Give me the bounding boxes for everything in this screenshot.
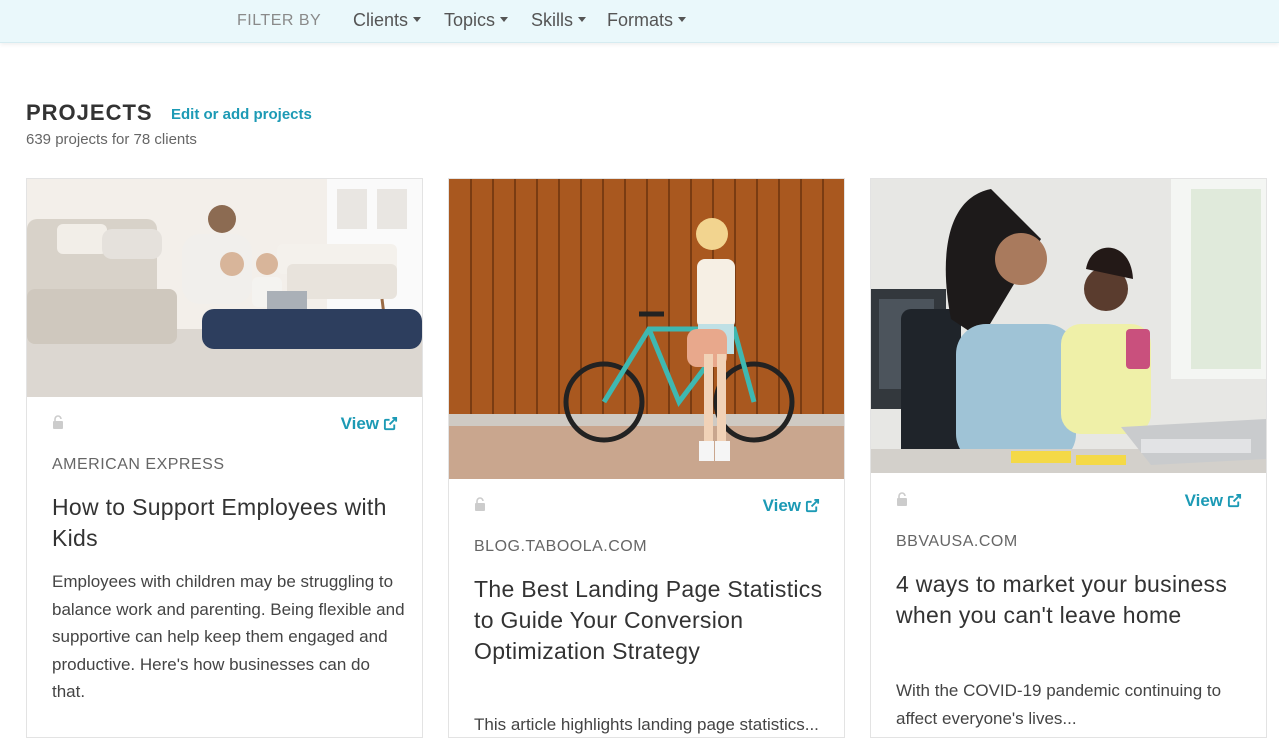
lock-open-icon [53,415,63,429]
edit-projects-link[interactable]: Edit or add projects [171,106,312,123]
filter-by-label: FILTER BY [237,12,322,29]
project-title[interactable]: The Best Landing Page Statistics to Guid… [474,574,824,667]
skills-dropdown-label: Skills [531,10,574,30]
view-link-label: View [1184,491,1223,510]
formats-dropdown-label: Formats [607,10,674,30]
project-description: Employees with children may be strugglin… [52,572,405,701]
topics-dropdown-label: Topics [444,10,496,30]
project-card: View AMERICAN EXPRESS How to Support Emp… [26,178,423,738]
caret-down-icon [500,16,509,22]
project-card: View BLOG.TABOOLA.COM The Best Landing P… [448,178,845,738]
client-name: BLOG.TABOOLA.COM [474,538,648,555]
skills-dropdown[interactable]: Skills [531,10,587,31]
external-link-icon [1227,493,1242,508]
caret-down-icon [678,16,687,22]
lock-open-icon [897,492,907,506]
view-link[interactable]: View [341,414,398,434]
caret-down-icon [578,16,587,22]
filter-bar: FILTER BY Clients Topics Skills Formats [0,0,1279,43]
project-title[interactable]: 4 ways to market your business when you … [896,569,1246,631]
external-link-icon [805,498,820,513]
project-image[interactable] [449,179,844,479]
project-description: This article highlights landing page sta… [474,715,819,734]
client-name: AMERICAN EXPRESS [52,456,225,473]
page-title: PROJECTS [26,100,153,125]
projects-count: 639 projects for 78 clients [26,131,197,148]
clients-dropdown-label: Clients [353,10,409,30]
project-image[interactable] [27,179,422,397]
external-link-icon [383,416,398,431]
clients-dropdown[interactable]: Clients [353,10,422,31]
caret-down-icon [413,16,422,22]
project-description: With the COVID-19 pandemic continuing to… [896,681,1222,728]
project-title[interactable]: How to Support Employees with Kids [52,492,402,554]
project-card: View BBVAUSA.COM 4 ways to market your b… [870,178,1267,738]
view-link-label: View [762,496,801,515]
formats-dropdown[interactable]: Formats [607,10,687,31]
view-link[interactable]: View [1185,491,1242,511]
lock-open-icon [475,497,485,511]
view-link[interactable]: View [763,496,820,516]
view-link-label: View [340,414,379,433]
topics-dropdown[interactable]: Topics [444,10,509,31]
project-image[interactable] [871,179,1266,473]
client-name: BBVAUSA.COM [896,533,1018,550]
